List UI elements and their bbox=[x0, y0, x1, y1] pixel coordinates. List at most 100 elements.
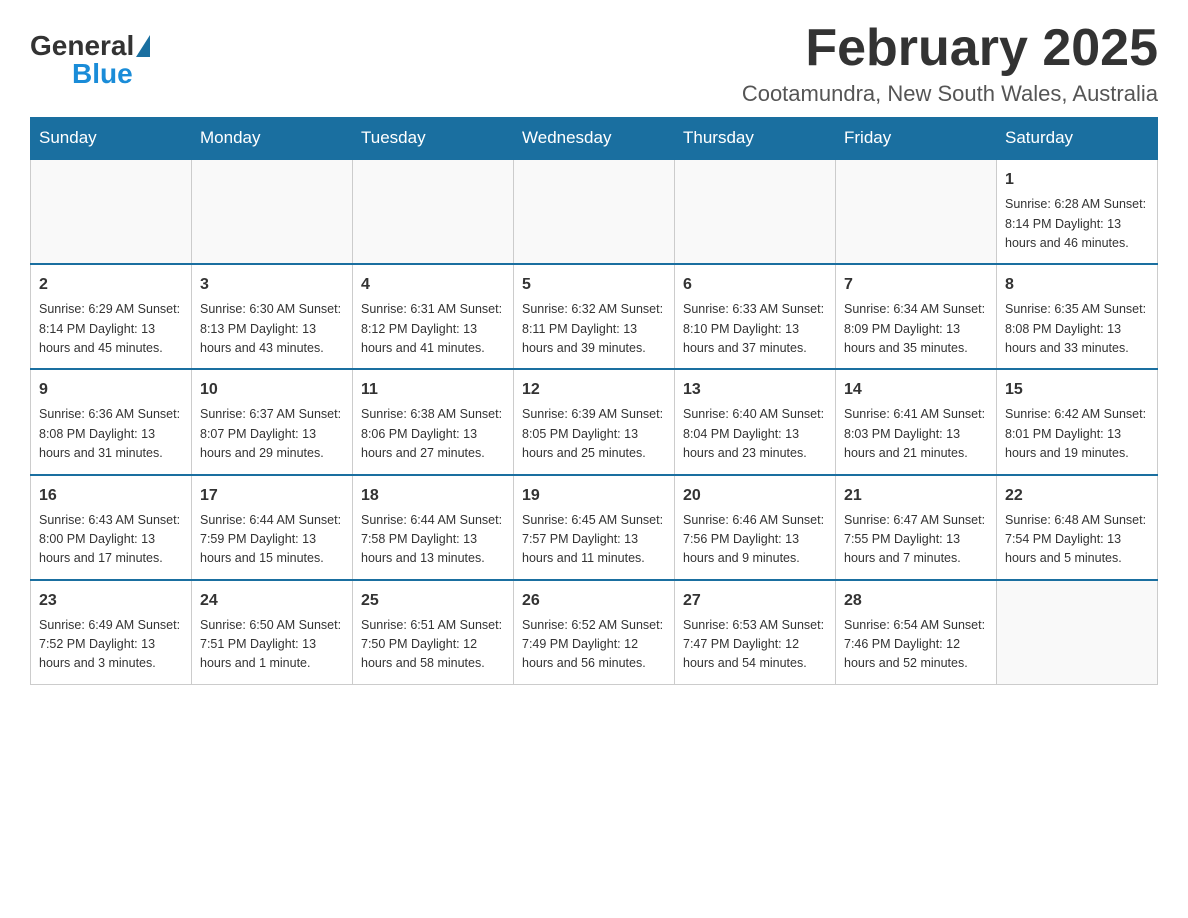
calendar-cell bbox=[31, 159, 192, 264]
calendar-cell: 19Sunrise: 6:45 AM Sunset: 7:57 PM Dayli… bbox=[514, 475, 675, 580]
day-number: 11 bbox=[361, 378, 505, 402]
calendar-header-friday: Friday bbox=[836, 118, 997, 160]
day-number: 25 bbox=[361, 589, 505, 613]
day-info: Sunrise: 6:42 AM Sunset: 8:01 PM Dayligh… bbox=[1005, 405, 1149, 463]
calendar-header-wednesday: Wednesday bbox=[514, 118, 675, 160]
calendar-cell bbox=[192, 159, 353, 264]
day-number: 16 bbox=[39, 484, 183, 508]
day-info: Sunrise: 6:44 AM Sunset: 7:58 PM Dayligh… bbox=[361, 511, 505, 569]
calendar-cell: 26 Sunrise: 6:52 AM Sunset: 7:49 PM Dayli… bbox=[514, 580, 675, 685]
day-number: 10 bbox=[200, 378, 344, 402]
day-info: Sunrise: 6:37 AM Sunset: 8:07 PM Dayligh… bbox=[200, 405, 344, 463]
page-header: General Blue February 2025 Cootamundra, … bbox=[30, 20, 1158, 107]
day-number: 17 bbox=[200, 484, 344, 508]
day-info: Sunrise: 6:49 AM Sunset: 7:52 PM Dayligh… bbox=[39, 616, 183, 674]
calendar-header-sunday: Sunday bbox=[31, 118, 192, 160]
day-info: Sunrise: 6:44 AM Sunset: 7:59 PM Dayligh… bbox=[200, 511, 344, 569]
day-info: Sunrise: 6:28 AM Sunset: 8:14 PM Dayligh… bbox=[1005, 195, 1149, 253]
calendar-cell: 22 Sunrise: 6:48 AM Sunset: 7:54 PM Dayli… bbox=[997, 475, 1158, 580]
calendar-week-1: 1Sunrise: 6:28 AM Sunset: 8:14 PM Daylig… bbox=[31, 159, 1158, 264]
day-info: Sunrise: 6:53 AM Sunset: 7:47 PM Dayligh… bbox=[683, 616, 827, 674]
calendar-cell: 7 Sunrise: 6:34 AM Sunset: 8:09 PM Daylig… bbox=[836, 264, 997, 369]
day-info: Sunrise: 6:36 AM Sunset: 8:08 PM Dayligh… bbox=[39, 405, 183, 463]
day-number: 24 bbox=[200, 589, 344, 613]
calendar-week-2: 2 Sunrise: 6:29 AM Sunset: 8:14 PM Daylig… bbox=[31, 264, 1158, 369]
calendar-cell: 3 Sunrise: 6:30 AM Sunset: 8:13 PM Daylig… bbox=[192, 264, 353, 369]
month-title: February 2025 bbox=[742, 20, 1158, 77]
day-info: Sunrise: 6:33 AM Sunset: 8:10 PM Dayligh… bbox=[683, 300, 827, 358]
day-number: 8 bbox=[1005, 273, 1149, 297]
calendar-cell: 5Sunrise: 6:32 AM Sunset: 8:11 PM Daylig… bbox=[514, 264, 675, 369]
calendar-week-3: 9 Sunrise: 6:36 AM Sunset: 8:08 PM Daylig… bbox=[31, 369, 1158, 474]
day-info: Sunrise: 6:54 AM Sunset: 7:46 PM Dayligh… bbox=[844, 616, 988, 674]
day-number: 19 bbox=[522, 484, 666, 508]
location-title: Cootamundra, New South Wales, Australia bbox=[742, 81, 1158, 107]
day-number: 20 bbox=[683, 484, 827, 508]
calendar-cell: 13 Sunrise: 6:40 AM Sunset: 8:04 PM Dayli… bbox=[675, 369, 836, 474]
calendar-cell: 9 Sunrise: 6:36 AM Sunset: 8:08 PM Daylig… bbox=[31, 369, 192, 474]
day-number: 13 bbox=[683, 378, 827, 402]
day-number: 12 bbox=[522, 378, 666, 402]
day-number: 6 bbox=[683, 273, 827, 297]
day-info: Sunrise: 6:34 AM Sunset: 8:09 PM Dayligh… bbox=[844, 300, 988, 358]
logo: General Blue bbox=[30, 30, 152, 90]
calendar-cell: 11 Sunrise: 6:38 AM Sunset: 8:06 PM Dayli… bbox=[353, 369, 514, 474]
day-number: 22 bbox=[1005, 484, 1149, 508]
day-number: 27 bbox=[683, 589, 827, 613]
day-info: Sunrise: 6:30 AM Sunset: 8:13 PM Dayligh… bbox=[200, 300, 344, 358]
day-info: Sunrise: 6:41 AM Sunset: 8:03 PM Dayligh… bbox=[844, 405, 988, 463]
calendar-cell: 8Sunrise: 6:35 AM Sunset: 8:08 PM Daylig… bbox=[997, 264, 1158, 369]
day-number: 2 bbox=[39, 273, 183, 297]
calendar-cell: 12 Sunrise: 6:39 AM Sunset: 8:05 PM Dayli… bbox=[514, 369, 675, 474]
calendar-header-saturday: Saturday bbox=[997, 118, 1158, 160]
day-number: 18 bbox=[361, 484, 505, 508]
calendar-cell: 23 Sunrise: 6:49 AM Sunset: 7:52 PM Dayli… bbox=[31, 580, 192, 685]
calendar-cell: 14 Sunrise: 6:41 AM Sunset: 8:03 PM Dayli… bbox=[836, 369, 997, 474]
day-number: 26 bbox=[522, 589, 666, 613]
day-info: Sunrise: 6:52 AM Sunset: 7:49 PM Dayligh… bbox=[522, 616, 666, 674]
day-info: Sunrise: 6:31 AM Sunset: 8:12 PM Dayligh… bbox=[361, 300, 505, 358]
day-info: Sunrise: 6:46 AM Sunset: 7:56 PM Dayligh… bbox=[683, 511, 827, 569]
day-number: 21 bbox=[844, 484, 988, 508]
day-number: 5 bbox=[522, 273, 666, 297]
day-info: Sunrise: 6:43 AM Sunset: 8:00 PM Dayligh… bbox=[39, 511, 183, 569]
logo-blue-text: Blue bbox=[72, 58, 133, 90]
logo-triangle-icon bbox=[136, 35, 150, 57]
day-number: 15 bbox=[1005, 378, 1149, 402]
calendar-header-monday: Monday bbox=[192, 118, 353, 160]
day-number: 9 bbox=[39, 378, 183, 402]
calendar-cell: 21Sunrise: 6:47 AM Sunset: 7:55 PM Dayli… bbox=[836, 475, 997, 580]
calendar-cell: 27 Sunrise: 6:53 AM Sunset: 7:47 PM Dayli… bbox=[675, 580, 836, 685]
day-info: Sunrise: 6:38 AM Sunset: 8:06 PM Dayligh… bbox=[361, 405, 505, 463]
calendar-table: SundayMondayTuesdayWednesdayThursdayFrid… bbox=[30, 117, 1158, 685]
day-number: 3 bbox=[200, 273, 344, 297]
day-number: 28 bbox=[844, 589, 988, 613]
day-number: 14 bbox=[844, 378, 988, 402]
calendar-cell bbox=[836, 159, 997, 264]
calendar-cell: 2 Sunrise: 6:29 AM Sunset: 8:14 PM Daylig… bbox=[31, 264, 192, 369]
day-info: Sunrise: 6:39 AM Sunset: 8:05 PM Dayligh… bbox=[522, 405, 666, 463]
day-number: 7 bbox=[844, 273, 988, 297]
calendar-cell: 20 Sunrise: 6:46 AM Sunset: 7:56 PM Dayli… bbox=[675, 475, 836, 580]
day-info: Sunrise: 6:51 AM Sunset: 7:50 PM Dayligh… bbox=[361, 616, 505, 674]
day-info: Sunrise: 6:40 AM Sunset: 8:04 PM Dayligh… bbox=[683, 405, 827, 463]
day-info: Sunrise: 6:29 AM Sunset: 8:14 PM Dayligh… bbox=[39, 300, 183, 358]
calendar-cell: 1Sunrise: 6:28 AM Sunset: 8:14 PM Daylig… bbox=[997, 159, 1158, 264]
calendar-cell: 25 Sunrise: 6:51 AM Sunset: 7:50 PM Dayli… bbox=[353, 580, 514, 685]
calendar-cell: 18 Sunrise: 6:44 AM Sunset: 7:58 PM Dayli… bbox=[353, 475, 514, 580]
calendar-cell bbox=[353, 159, 514, 264]
day-info: Sunrise: 6:48 AM Sunset: 7:54 PM Dayligh… bbox=[1005, 511, 1149, 569]
day-number: 23 bbox=[39, 589, 183, 613]
calendar-cell: 6 Sunrise: 6:33 AM Sunset: 8:10 PM Daylig… bbox=[675, 264, 836, 369]
calendar-cell: 15 Sunrise: 6:42 AM Sunset: 8:01 PM Dayli… bbox=[997, 369, 1158, 474]
day-number: 4 bbox=[361, 273, 505, 297]
title-section: February 2025 Cootamundra, New South Wal… bbox=[742, 20, 1158, 107]
calendar-week-5: 23 Sunrise: 6:49 AM Sunset: 7:52 PM Dayli… bbox=[31, 580, 1158, 685]
calendar-cell bbox=[514, 159, 675, 264]
calendar-cell: 16 Sunrise: 6:43 AM Sunset: 8:00 PM Dayli… bbox=[31, 475, 192, 580]
calendar-cell bbox=[675, 159, 836, 264]
calendar-cell bbox=[997, 580, 1158, 685]
day-info: Sunrise: 6:50 AM Sunset: 7:51 PM Dayligh… bbox=[200, 616, 344, 674]
calendar-cell: 28 Sunrise: 6:54 AM Sunset: 7:46 PM Dayli… bbox=[836, 580, 997, 685]
calendar-header-tuesday: Tuesday bbox=[353, 118, 514, 160]
